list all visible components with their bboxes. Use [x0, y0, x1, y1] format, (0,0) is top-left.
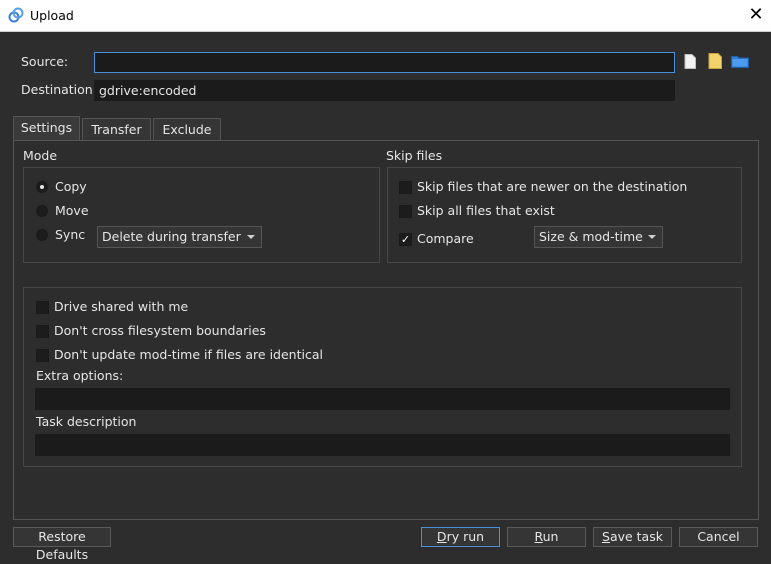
- save-task-mnemonic: S: [602, 529, 610, 544]
- compare-label: Compare: [417, 231, 474, 246]
- source-label: Source:: [21, 54, 69, 69]
- run-button[interactable]: Run: [507, 527, 586, 547]
- skip-exist-label: Skip all files that exist: [417, 203, 555, 218]
- no-update-modtime-label: Don't update mod-time if files are ident…: [54, 347, 323, 362]
- close-icon[interactable]: ✕: [744, 3, 768, 27]
- tab-settings[interactable]: Settings: [13, 116, 80, 141]
- no-cross-fs-checkbox[interactable]: [36, 325, 49, 338]
- task-description-input[interactable]: [35, 434, 730, 456]
- compare-checkbox[interactable]: ✓: [399, 233, 412, 246]
- shared-drive-label: Drive shared with me: [54, 299, 189, 314]
- task-description-label: Task description: [36, 414, 137, 429]
- no-update-modtime-checkbox[interactable]: [36, 349, 49, 362]
- sync-mode-value: Delete during transfer: [102, 229, 241, 244]
- dry-run-mnemonic: D: [436, 529, 447, 544]
- cancel-button[interactable]: Cancel: [679, 527, 758, 547]
- mode-heading: Mode: [23, 148, 58, 163]
- sync-radio[interactable]: [36, 229, 48, 241]
- dry-run-label: ry run: [446, 529, 485, 544]
- run-label: un: [542, 529, 559, 544]
- sync-mode-dropdown[interactable]: Delete during transfer: [97, 226, 262, 248]
- shared-drive-checkbox[interactable]: [36, 301, 49, 314]
- skip-heading: Skip files: [386, 148, 443, 163]
- compare-dropdown[interactable]: Size & mod-time: [534, 226, 663, 248]
- compare-value: Size & mod-time: [539, 229, 643, 244]
- copy-radio[interactable]: [36, 181, 48, 193]
- move-radio[interactable]: [36, 205, 48, 217]
- destination-input[interactable]: [94, 80, 675, 101]
- title-bar: Upload ✕: [0, 0, 771, 32]
- extra-options-input[interactable]: [35, 388, 730, 410]
- skip-newer-label: Skip files that are newer on the destina…: [417, 179, 688, 194]
- file-icon[interactable]: [684, 54, 696, 69]
- note-icon[interactable]: [708, 53, 722, 69]
- save-task-button[interactable]: Save task: [593, 527, 672, 547]
- extra-options-label: Extra options:: [36, 368, 124, 383]
- no-cross-fs-label: Don't cross filesystem boundaries: [54, 323, 266, 338]
- move-label: Move: [55, 203, 89, 218]
- window-title: Upload: [30, 8, 74, 23]
- destination-label: Destination:: [21, 82, 97, 97]
- skip-exist-checkbox[interactable]: [399, 205, 412, 218]
- source-input[interactable]: [94, 52, 675, 73]
- sync-label: Sync: [55, 227, 86, 242]
- tab-exclude[interactable]: Exclude: [153, 118, 221, 140]
- copy-label: Copy: [55, 179, 87, 194]
- restore-defaults-button[interactable]: Restore Defaults: [13, 527, 111, 562]
- app-logo-icon: [8, 7, 24, 23]
- run-mnemonic: R: [534, 529, 543, 544]
- chevron-down-icon: [247, 235, 255, 239]
- dry-run-button[interactable]: Dry run: [421, 527, 500, 547]
- save-task-label: ave task: [609, 529, 663, 544]
- tab-transfer[interactable]: Transfer: [82, 118, 151, 140]
- folder-icon[interactable]: [731, 54, 749, 68]
- chevron-down-icon: [648, 235, 656, 239]
- skip-newer-checkbox[interactable]: [399, 181, 412, 194]
